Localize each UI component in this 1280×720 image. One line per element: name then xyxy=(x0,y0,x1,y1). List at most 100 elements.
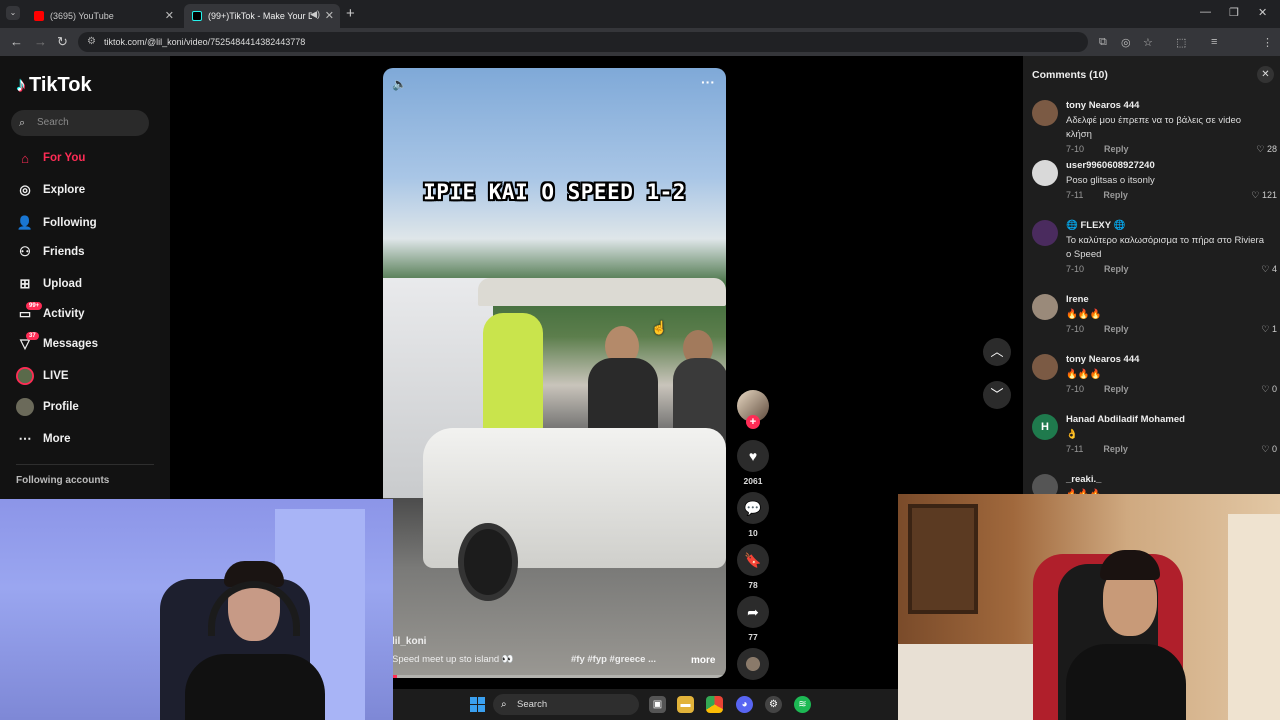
media-icon[interactable]: ≡ xyxy=(1211,36,1217,48)
previous-video-button[interactable]: ︿ xyxy=(983,338,1011,366)
comment-like[interactable]: ♡ 4 xyxy=(1261,264,1277,275)
comment-avatar[interactable] xyxy=(1032,354,1058,380)
close-tab-icon[interactable]: ✕ xyxy=(165,9,174,22)
person-add-icon: 👤 xyxy=(16,215,34,230)
nav-profile[interactable]: Profile xyxy=(16,396,79,418)
tab-title: (3695) YouTube xyxy=(50,11,114,21)
address-bar[interactable]: ⚙ tiktok.com/@lil_koni/video/75254844143… xyxy=(78,32,1088,52)
reply-button[interactable]: Reply xyxy=(1103,444,1128,454)
nav-messages[interactable]: ▽ 37 Messages xyxy=(16,332,98,355)
comment-icon[interactable]: 💬 xyxy=(737,492,769,524)
tab-tiktok[interactable]: (99+)TikTok - Make Your Da ◀) ✕ xyxy=(184,4,340,28)
heart-outline-icon[interactable]: ♡ xyxy=(1261,264,1272,274)
site-info-icon[interactable]: ⚙ xyxy=(87,32,96,52)
discord-icon[interactable]: ◕ xyxy=(736,696,753,713)
reply-button[interactable]: Reply xyxy=(1104,384,1129,394)
search-input[interactable]: ⌕ Search xyxy=(11,110,149,136)
chrome-icon[interactable] xyxy=(706,696,723,713)
comment-author[interactable]: Hanad Abdiladif Mohamed xyxy=(1066,414,1185,425)
nav-friends[interactable]: ⚇ Friends xyxy=(16,241,84,263)
heart-outline-icon[interactable]: ♡ xyxy=(1261,444,1272,454)
audio-icon[interactable]: ◀) xyxy=(310,9,320,20)
nav-more[interactable]: ⋯ More xyxy=(16,428,71,450)
close-window-icon[interactable]: ✕ xyxy=(1258,6,1267,19)
comment-author[interactable]: user9960608927240 xyxy=(1066,160,1155,171)
taskbar-search[interactable]: ⌕ Search xyxy=(493,694,639,715)
comment-like[interactable]: ♡ 121 xyxy=(1251,190,1277,201)
save-action[interactable]: 🔖 78 xyxy=(737,544,769,590)
reply-button[interactable]: Reply xyxy=(1104,264,1129,274)
comment-author[interactable]: 🌐 FLEXY 🌐 xyxy=(1066,220,1125,231)
comment-avatar[interactable] xyxy=(1032,474,1058,496)
share-count: 77 xyxy=(748,632,758,642)
heart-icon[interactable]: ♥ xyxy=(737,440,769,472)
volume-icon[interactable]: 🔈 xyxy=(392,77,407,91)
reply-button[interactable]: Reply xyxy=(1104,324,1129,334)
bookmark-star-icon[interactable]: ☆ xyxy=(1143,36,1153,49)
comment-like[interactable]: ♡ 0 xyxy=(1261,384,1277,395)
follow-plus-button[interactable]: + xyxy=(746,415,760,429)
close-icon[interactable]: ✕ xyxy=(1257,66,1274,83)
nav-for-you[interactable]: ⌂ For You xyxy=(16,147,85,169)
comment-like[interactable]: ♡ 28 xyxy=(1256,144,1277,155)
spotify-icon[interactable]: ≋ xyxy=(794,696,811,713)
video-hashtags[interactable]: #fy #fyp #greece ... xyxy=(571,654,656,665)
comment-avatar[interactable] xyxy=(1032,100,1058,126)
comment-like[interactable]: ♡ 0 xyxy=(1261,444,1277,455)
comment-author[interactable]: tony Nearos 444 xyxy=(1066,354,1139,365)
tab-search-button[interactable]: ⌄ xyxy=(6,6,20,20)
bookmark-icon[interactable]: 🔖 xyxy=(737,544,769,576)
like-action[interactable]: ♥ 2061 xyxy=(737,440,769,486)
description-more-button[interactable]: more xyxy=(691,655,715,666)
video-username[interactable]: lil_koni xyxy=(392,636,426,647)
comment-avatar[interactable]: H xyxy=(1032,414,1058,440)
reply-button[interactable]: Reply xyxy=(1103,190,1128,200)
video-progress-bar[interactable] xyxy=(383,675,726,678)
comment-like[interactable]: ♡ 1 xyxy=(1261,324,1277,335)
comment-author[interactable]: _reaki._ xyxy=(1066,474,1101,485)
heart-outline-icon[interactable]: ♡ xyxy=(1256,144,1267,154)
nav-upload[interactable]: ⊞ Upload xyxy=(16,273,82,295)
avatar-icon xyxy=(16,398,34,416)
comment-author[interactable]: tony Nearos 444 xyxy=(1066,100,1139,111)
nav-explore[interactable]: ◎ Explore xyxy=(16,179,85,201)
close-tab-icon[interactable]: ✕ xyxy=(325,9,334,22)
install-icon[interactable]: ⧉ xyxy=(1099,36,1107,49)
nav-activity[interactable]: ▭ 99+ Activity xyxy=(16,302,85,325)
following-accounts-title: Following accounts xyxy=(16,475,110,486)
heart-outline-icon[interactable]: ♡ xyxy=(1261,324,1272,334)
comment-avatar[interactable] xyxy=(1032,220,1058,246)
windows-start-icon[interactable] xyxy=(470,697,485,712)
next-video-button[interactable]: ﹀ xyxy=(983,381,1011,409)
comment-avatar[interactable] xyxy=(1032,160,1058,186)
extensions-icon[interactable]: ⬚ xyxy=(1176,36,1186,49)
nav-live[interactable]: LIVE xyxy=(16,365,69,387)
reload-icon[interactable]: ↻ xyxy=(57,34,68,50)
new-tab-button[interactable]: + xyxy=(346,5,355,22)
reply-button[interactable]: Reply xyxy=(1104,144,1129,154)
share-icon[interactable]: ➦ xyxy=(737,596,769,628)
comment-action[interactable]: 💬 10 xyxy=(737,492,769,538)
heart-outline-icon[interactable]: ♡ xyxy=(1251,190,1262,200)
share-action[interactable]: ➦ 77 xyxy=(737,596,769,642)
back-icon[interactable]: ← xyxy=(10,34,23,49)
heart-outline-icon[interactable]: ♡ xyxy=(1261,384,1272,394)
task-view-icon[interactable]: ▣ xyxy=(649,696,666,713)
video-more-icon[interactable]: ··· xyxy=(701,74,715,90)
nav-following[interactable]: 👤 Following xyxy=(16,212,97,234)
file-explorer-icon[interactable]: ▬ xyxy=(677,696,694,713)
video-player[interactable]: ΙΡΙΕ ΚΑΙ Ο SPEED 1-2 🔈 ··· lil_koni Spee… xyxy=(383,68,726,678)
menu-dots-icon[interactable]: ⋮ xyxy=(1262,36,1273,49)
tab-youtube[interactable]: (3695) YouTube ✕ xyxy=(26,4,180,28)
comment-text: Poso glitsas o itsonly xyxy=(1066,175,1155,186)
webcam-overlay-left xyxy=(0,499,393,720)
comment-author[interactable]: Irene xyxy=(1066,294,1089,305)
restore-icon[interactable]: ❐ xyxy=(1229,6,1239,19)
eye-off-icon[interactable]: ◎ xyxy=(1121,36,1131,49)
tiktok-logo[interactable]: ♪ TikTok xyxy=(16,74,92,97)
comment-avatar[interactable] xyxy=(1032,294,1058,320)
app-icon[interactable]: ⚙ xyxy=(765,696,782,713)
forward-icon[interactable]: → xyxy=(34,34,47,49)
minimize-icon[interactable]: — xyxy=(1200,6,1211,18)
music-disc-icon[interactable] xyxy=(737,648,769,680)
